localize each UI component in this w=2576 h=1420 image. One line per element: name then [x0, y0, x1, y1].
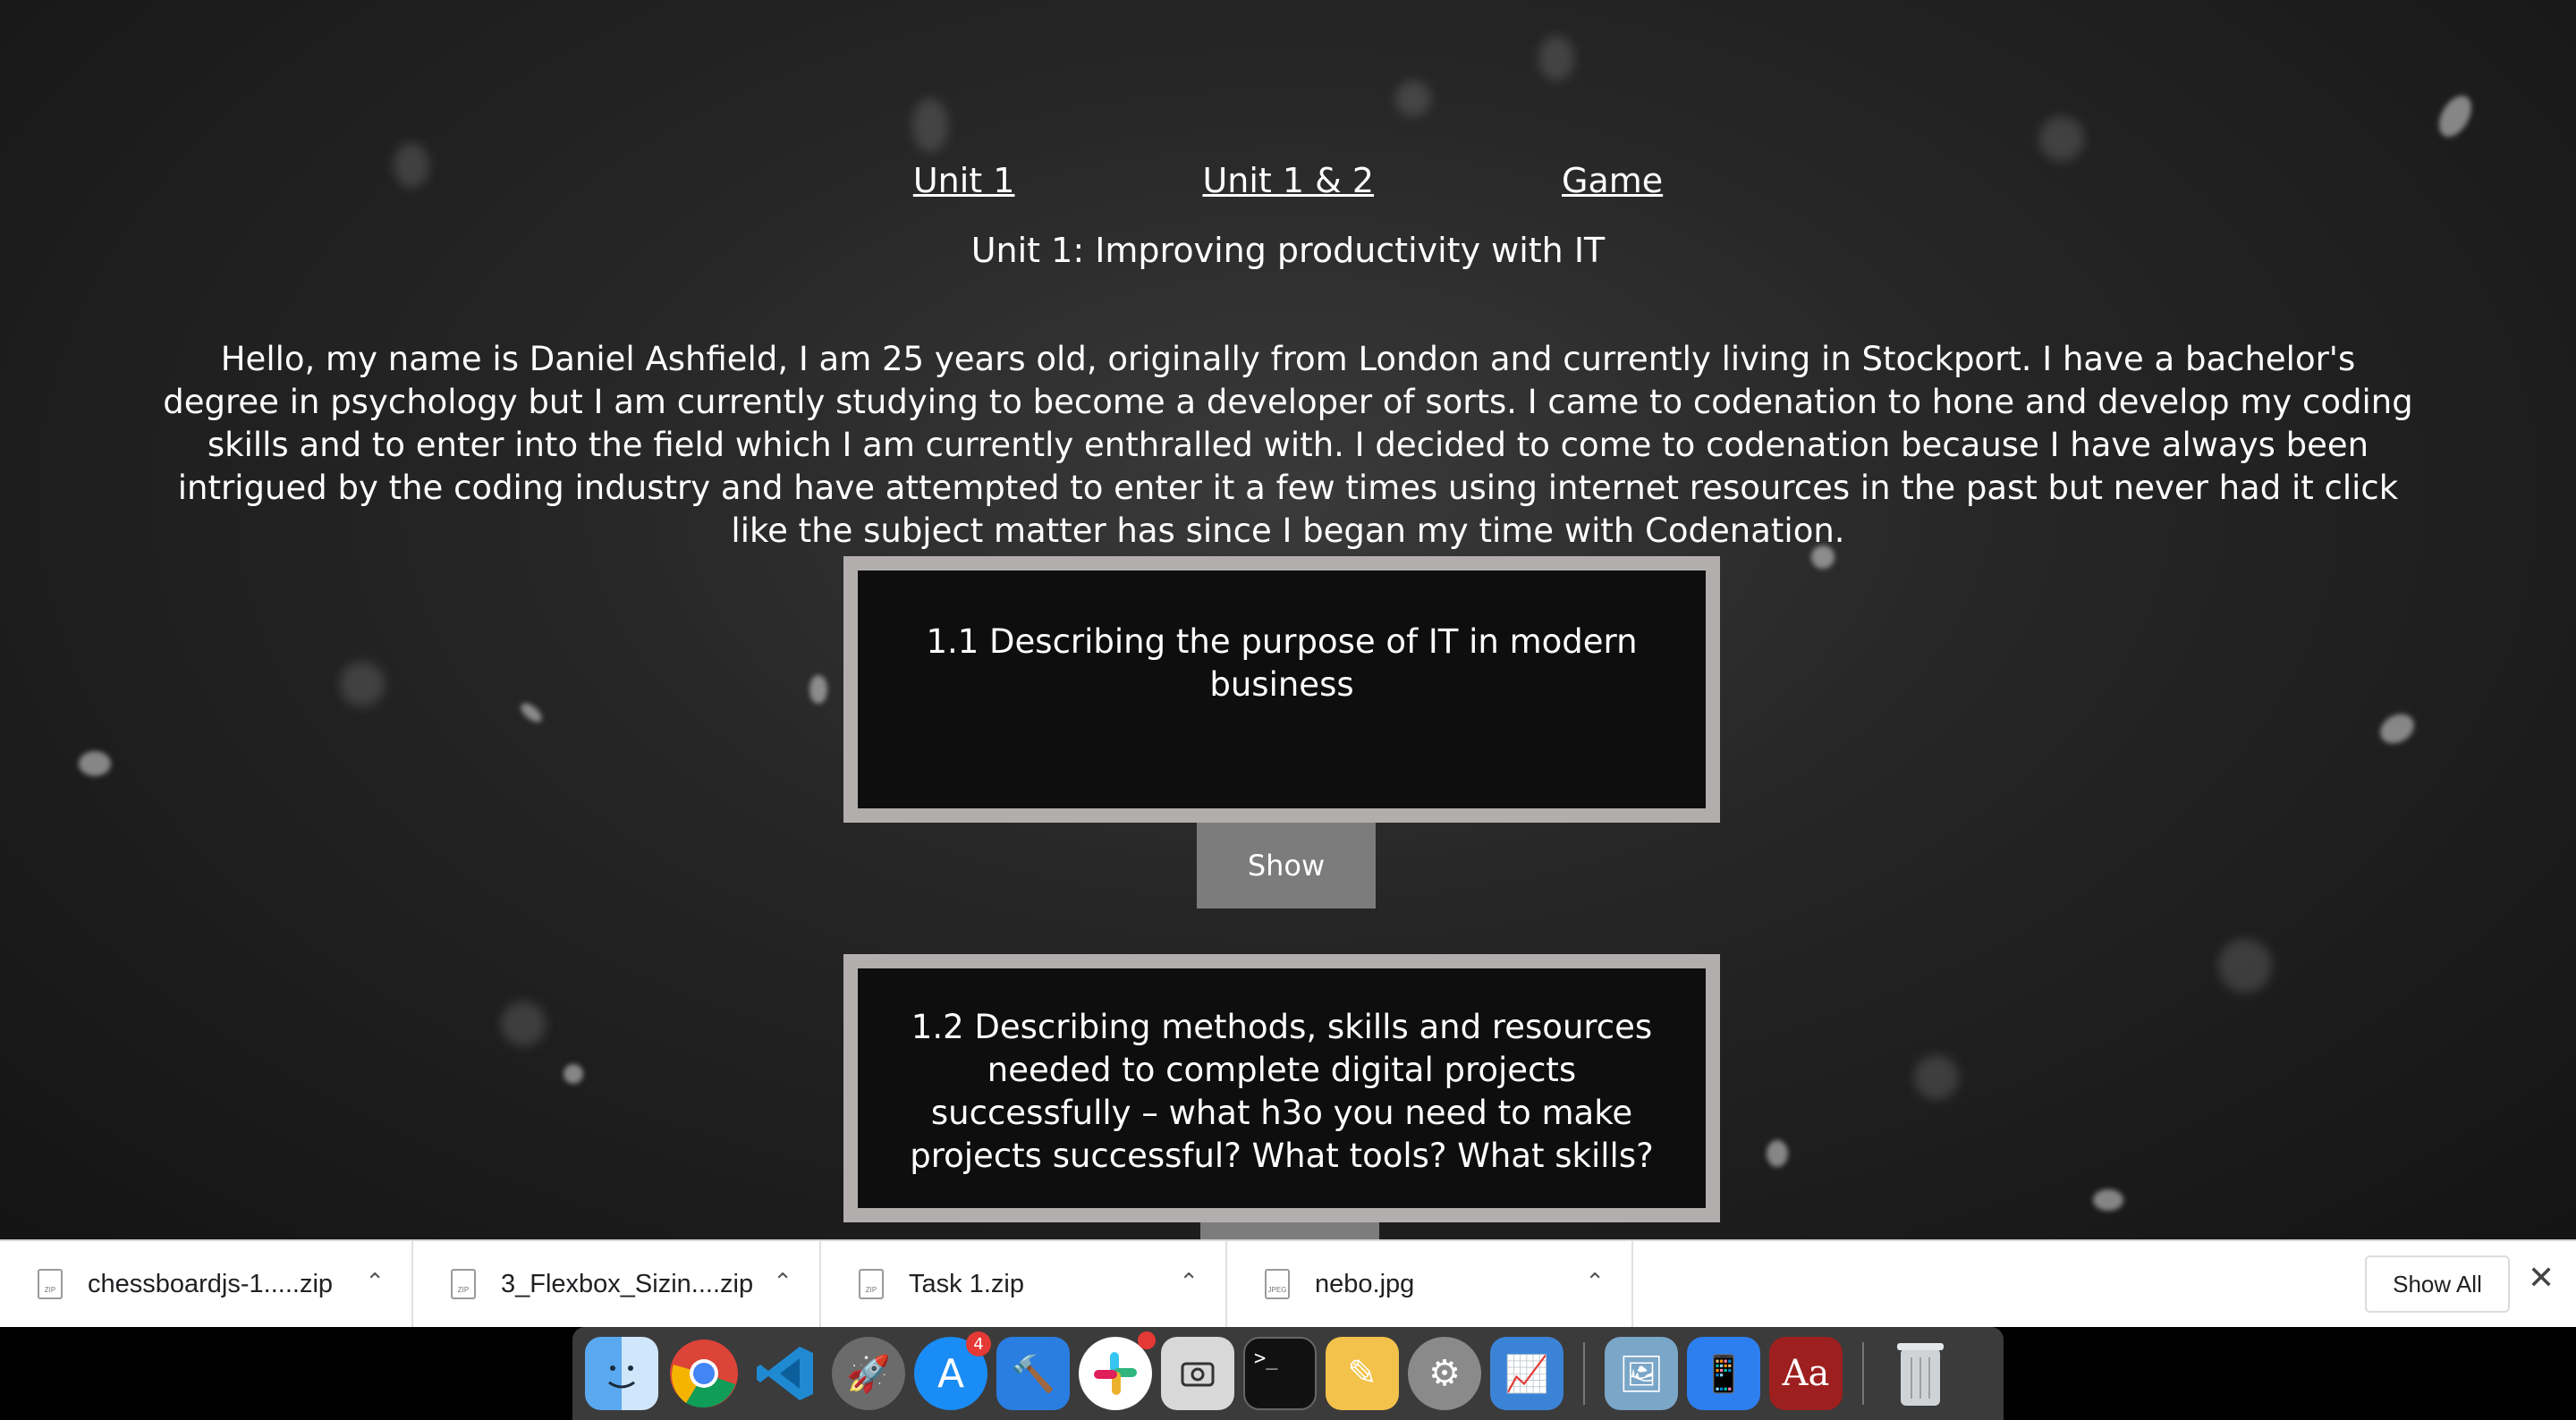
file-type-label: ZIP	[865, 1286, 877, 1294]
nav-link-unit-1[interactable]: Unit 1	[913, 161, 1015, 200]
show-button[interactable]: Show	[1197, 823, 1376, 909]
chevron-up-icon[interactable]: ⌃	[365, 1268, 385, 1296]
trash-icon[interactable]	[1884, 1337, 1957, 1410]
jpeg-file-icon: JPEG	[1265, 1269, 1290, 1299]
section-heading: 1.2 Describing methods, skills and resou…	[910, 1008, 1654, 1175]
background-speck	[564, 1064, 583, 1084]
macos-dock: 🚀 A 4 🔨 >_ ✎ ⚙ 📈 🖼 📱 Aa	[572, 1327, 2004, 1420]
download-filename: Task 1.zip	[909, 1269, 1024, 1298]
background-speck	[2375, 708, 2419, 749]
app-store-icon[interactable]: A 4	[914, 1331, 991, 1410]
close-icon[interactable]: ✕	[2528, 1259, 2555, 1297]
dictionary-icon[interactable]: Aa	[1769, 1337, 1843, 1410]
terminal-icon[interactable]: >_	[1243, 1337, 1317, 1410]
background-speck	[1767, 1140, 1788, 1167]
vscode-icon[interactable]	[750, 1337, 823, 1410]
top-nav: Unit 1 Unit 1 & 2 Game	[0, 161, 2576, 200]
file-type-label: ZIP	[457, 1286, 470, 1294]
downloads-bar: ZIP chessboardjs-1.....zip ⌃ ZIP 3_Flexb…	[0, 1239, 2576, 1327]
dock-separator	[1583, 1342, 1585, 1405]
download-item[interactable]: JPEG nebo.jpg ⌃	[1227, 1241, 1633, 1327]
chevron-up-icon[interactable]: ⌃	[1585, 1268, 1605, 1296]
download-item[interactable]: ZIP chessboardjs-1.....zip ⌃	[0, 1241, 413, 1327]
xcode-icon[interactable]: 🔨	[996, 1337, 1070, 1410]
background-speck	[1538, 36, 1574, 80]
dock-separator	[1862, 1342, 1864, 1405]
section-card-1-2: 1.2 Describing methods, skills and resou…	[843, 954, 1720, 1222]
show-all-button[interactable]: Show All	[2365, 1255, 2510, 1313]
notification-badge: 4	[966, 1331, 991, 1357]
preview-icon[interactable]: 🖼	[1605, 1337, 1678, 1410]
background-speck	[340, 662, 385, 706]
download-item[interactable]: ZIP 3_Flexbox_Sizin....zip ⌃	[413, 1241, 821, 1327]
show-button-partial[interactable]	[1200, 1222, 1379, 1239]
slack-icon[interactable]	[1079, 1331, 1156, 1410]
screenshot-icon[interactable]	[1161, 1337, 1234, 1410]
background-speck	[1914, 1055, 1959, 1100]
background-speck	[2039, 116, 2084, 161]
zip-file-icon: ZIP	[451, 1269, 476, 1299]
notification-dot	[1138, 1331, 1156, 1349]
background-speck	[1395, 80, 1431, 116]
download-item[interactable]: ZIP Task 1.zip ⌃	[821, 1241, 1227, 1327]
chevron-up-icon[interactable]: ⌃	[1179, 1268, 1199, 1296]
pages-icon[interactable]: ✎	[1326, 1337, 1399, 1410]
webpage: Unit 1 Unit 1 & 2 Game Unit 1: Improving…	[0, 0, 2576, 1239]
launchpad-rocket-icon[interactable]: 🚀	[832, 1337, 905, 1410]
background-speck	[79, 751, 111, 776]
download-filename: nebo.jpg	[1315, 1269, 1415, 1298]
section-card-1-1: 1.1 Describing the purpose of IT in mode…	[843, 556, 1720, 823]
nav-link-game[interactable]: Game	[1562, 161, 1663, 200]
download-filename: chessboardjs-1.....zip	[88, 1269, 334, 1298]
background-speck	[2432, 89, 2479, 143]
finder-icon[interactable]	[585, 1337, 658, 1410]
background-speck	[517, 699, 546, 726]
background-speck	[809, 675, 827, 704]
chrome-icon[interactable]	[667, 1337, 741, 1410]
zip-file-icon: ZIP	[38, 1269, 63, 1299]
page-title: Unit 1: Improving productivity with IT	[970, 231, 1606, 270]
intro-paragraph: Hello, my name is Daniel Ashfield, I am …	[163, 340, 2413, 550]
background-speck	[912, 98, 948, 152]
file-type-label: ZIP	[44, 1286, 56, 1294]
keynote-icon[interactable]: 📈	[1490, 1337, 1563, 1410]
background-speck	[2218, 939, 2272, 993]
nav-link-unit-1-2[interactable]: Unit 1 & 2	[1202, 161, 1374, 200]
zip-file-icon: ZIP	[859, 1269, 884, 1299]
dock-area: 🚀 A 4 🔨 >_ ✎ ⚙ 📈 🖼 📱 Aa	[0, 1327, 2576, 1420]
file-type-label: JPEG	[1267, 1286, 1287, 1294]
simulator-icon[interactable]: 📱	[1687, 1337, 1760, 1410]
background-speck	[2093, 1189, 2123, 1211]
system-preferences-gear-icon[interactable]: ⚙	[1408, 1337, 1481, 1410]
background-speck	[501, 1002, 546, 1046]
chevron-up-icon[interactable]: ⌃	[773, 1268, 792, 1296]
download-filename: 3_Flexbox_Sizin....zip	[501, 1269, 754, 1298]
section-heading: 1.1 Describing the purpose of IT in mode…	[926, 622, 1638, 704]
